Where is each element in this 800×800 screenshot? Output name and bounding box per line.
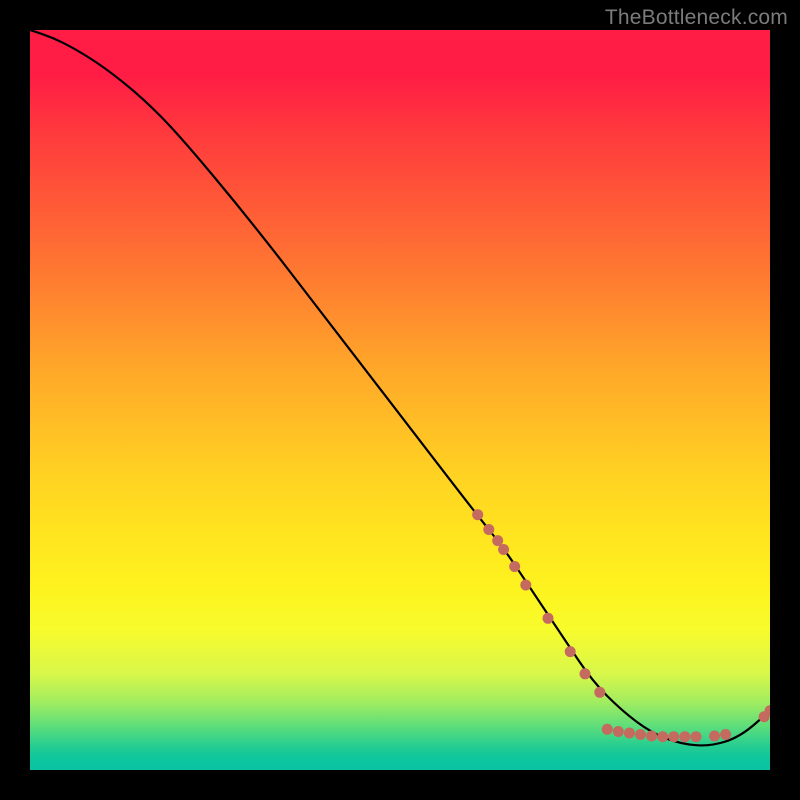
watermark-text: TheBottleneck.com <box>605 6 788 30</box>
data-marker <box>520 580 531 591</box>
data-marker <box>657 731 668 742</box>
data-marker <box>679 731 690 742</box>
data-marker <box>613 726 624 737</box>
data-marker <box>543 613 554 624</box>
data-marker <box>709 730 720 741</box>
data-marker <box>509 561 520 572</box>
data-marker <box>498 544 509 555</box>
data-marker <box>594 687 605 698</box>
data-marker <box>646 730 657 741</box>
data-marker <box>472 509 483 520</box>
bottleneck-curve <box>30 30 770 745</box>
data-marker <box>635 729 646 740</box>
marker-group <box>472 509 770 742</box>
data-marker <box>668 731 679 742</box>
data-marker <box>565 646 576 657</box>
curve-layer <box>30 30 770 770</box>
data-marker <box>720 729 731 740</box>
data-marker <box>483 524 494 535</box>
data-marker <box>691 731 702 742</box>
data-marker <box>602 724 613 735</box>
plot-area <box>30 30 770 770</box>
data-marker <box>580 668 591 679</box>
data-marker <box>624 728 635 739</box>
chart-stage: TheBottleneck.com <box>0 0 800 800</box>
